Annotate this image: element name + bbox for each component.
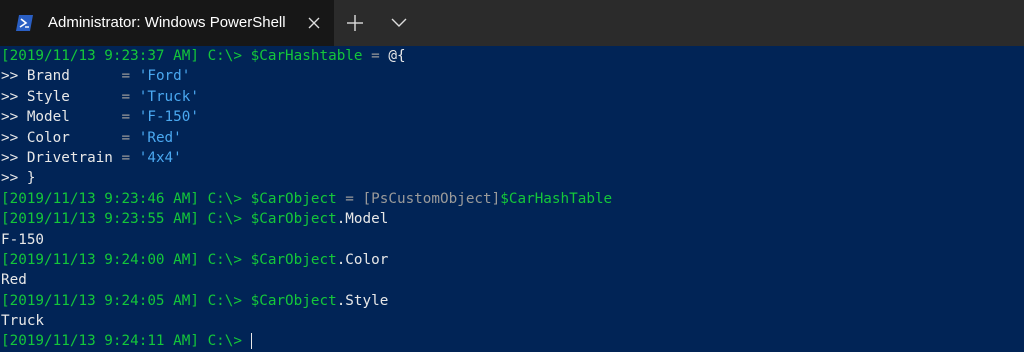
console-line: Red: [1, 270, 1024, 290]
console-line: [2019/11/13 9:24:00 AM] C:\> $CarObject.…: [1, 250, 1024, 270]
output-text: Truck: [1, 313, 45, 330]
chevron-down-icon[interactable]: [390, 15, 408, 31]
prompt: [2019/11/13 9:24:11 AM] C:\>: [1, 333, 251, 350]
console-line: [2019/11/13 9:24:11 AM] C:\>: [1, 331, 1024, 351]
prompt: [2019/11/13 9:24:05 AM] C:\>: [1, 292, 251, 309]
console-line: >> Model = 'F-150': [1, 107, 1024, 127]
operator: =: [362, 48, 389, 64]
prompt: [2019/11/13 9:24:00 AM] C:\>: [1, 251, 251, 268]
hash-key: Style: [26, 88, 122, 105]
string-value: '4x4': [138, 149, 182, 166]
console-line: [2019/11/13 9:23:46 AM] C:\> $CarObject …: [1, 189, 1024, 209]
variable: $CarHashTable: [500, 190, 613, 207]
member-access: .Color: [336, 251, 389, 268]
string-value: 'Red': [138, 129, 182, 146]
console-line: >> Brand = 'Ford': [1, 66, 1024, 86]
operator: =: [121, 88, 139, 105]
operator: =: [121, 68, 139, 85]
operator: =: [121, 129, 139, 146]
hash-key: Color: [26, 129, 122, 146]
console-line: [2019/11/13 9:23:37 AM] C:\> $CarHashtab…: [1, 46, 1024, 66]
console-line: F-150: [1, 230, 1024, 250]
console-line: Truck: [1, 311, 1024, 331]
tab-powershell[interactable]: Administrator: Windows PowerShell: [0, 0, 334, 46]
console-line: >> Drivetrain = '4x4': [1, 148, 1024, 168]
continuation: >>: [1, 68, 27, 85]
hash-key: Brand: [26, 68, 122, 85]
prompt: [2019/11/13 9:23:46 AM] C:\>: [1, 190, 251, 207]
hash-key: Model: [26, 109, 122, 126]
console-line: >> }: [1, 168, 1024, 188]
console-line: >> Color = 'Red': [1, 128, 1024, 148]
variable: $CarObject: [250, 251, 337, 268]
operator: =: [336, 190, 363, 207]
hash-key: Drivetrain: [26, 149, 122, 166]
continuation: >>: [1, 88, 27, 105]
operator: =: [121, 109, 139, 126]
code-text: >> }: [1, 170, 36, 187]
prompt: [2019/11/13 9:23:55 AM] C:\>: [1, 211, 251, 228]
string-value: 'Truck': [138, 88, 199, 105]
console-line: [2019/11/13 9:24:05 AM] C:\> $CarObject.…: [1, 291, 1024, 311]
operator: =: [121, 149, 139, 166]
plus-icon[interactable]: [345, 13, 365, 33]
text-cursor: [250, 333, 252, 350]
output-text: Red: [1, 272, 27, 289]
continuation: >>: [1, 109, 27, 126]
close-icon[interactable]: [305, 14, 323, 32]
string-value: 'Ford': [138, 68, 191, 85]
tab-title: Administrator: Windows PowerShell: [48, 14, 286, 31]
continuation: >>: [1, 129, 27, 146]
type-name: [PsCustomObject]: [362, 190, 501, 207]
console-line: >> Style = 'Truck': [1, 87, 1024, 107]
variable: $CarHashtable: [250, 48, 363, 64]
variable: $CarObject: [250, 292, 337, 309]
console-line: [2019/11/13 9:23:55 AM] C:\> $CarObject.…: [1, 209, 1024, 229]
title-bar: Administrator: Windows PowerShell: [0, 0, 1024, 46]
prompt: [2019/11/13 9:23:37 AM] C:\>: [1, 48, 251, 64]
variable: $CarObject: [250, 211, 337, 228]
console-output[interactable]: [2019/11/13 9:23:37 AM] C:\> $CarHashtab…: [0, 46, 1024, 350]
powershell-icon: [16, 15, 33, 31]
code-text: @{: [388, 48, 406, 64]
member-access: .Model: [336, 211, 389, 228]
variable: $CarObject: [250, 190, 337, 207]
string-value: 'F-150': [138, 109, 199, 126]
continuation: >>: [1, 149, 27, 166]
member-access: .Style: [336, 292, 389, 309]
output-text: F-150: [1, 231, 45, 248]
